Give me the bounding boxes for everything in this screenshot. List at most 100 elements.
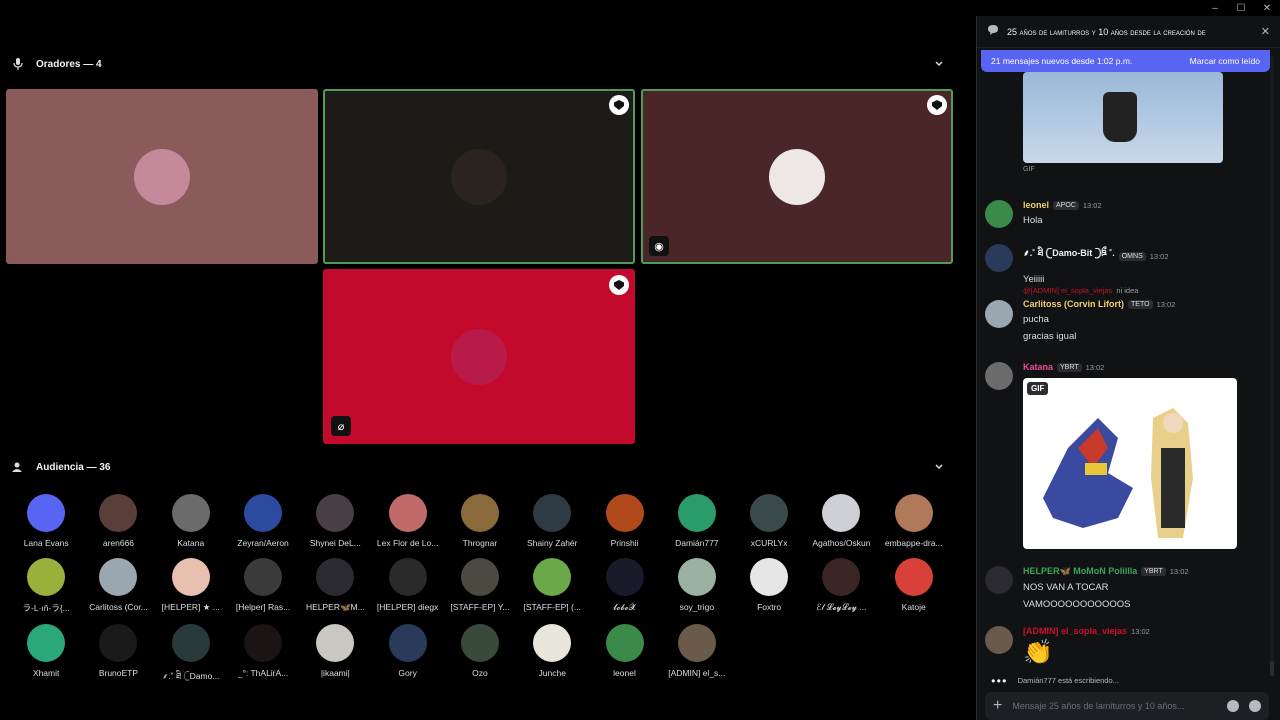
speaker-tile[interactable] [323, 89, 635, 264]
chevron-down-icon[interactable] [934, 59, 944, 69]
audience-member[interactable]: soy_trigo [661, 558, 733, 614]
audience-member[interactable]: |ikaami| [299, 624, 371, 691]
audience-member[interactable]: ラ-L·ıň-ラ{... [10, 558, 82, 614]
audience-member[interactable]: Lex Flor de Lo... [371, 494, 443, 548]
close-icon[interactable]: ✕ [1254, 0, 1280, 16]
gif-label: GIF [1027, 382, 1049, 395]
close-chat-icon[interactable]: ✕ [1261, 25, 1270, 38]
message-composer[interactable]: + Mensaje 25 años de lamiturros y 10 año… [985, 692, 1269, 720]
speaker-tile[interactable]: ◉ [641, 89, 953, 264]
audience-member[interactable]: Agathos/Oskun [805, 494, 877, 548]
message-username[interactable]: ⸙.˚ ཐི 𓊆Damo-Bit 𓊇ཋྀ ˚. [1023, 244, 1115, 269]
audience-member[interactable]: Xhamit [10, 624, 82, 691]
emoji-icon[interactable] [1227, 700, 1239, 712]
chat-header: 25 años de lamiturros y 10 años desde la… [977, 16, 1280, 48]
add-attachment-icon[interactable]: + [993, 697, 1002, 715]
speaker-tile[interactable] [6, 89, 318, 264]
chat-title: 25 años de lamiturros y 10 años desde la… [1007, 26, 1206, 37]
audience-member[interactable]: Ozo [444, 624, 516, 691]
speaker-avatar [451, 148, 507, 205]
apps-icon[interactable] [1249, 700, 1261, 712]
avatar[interactable] [985, 566, 1013, 594]
audience-member[interactable]: [HELPER] ★ ... [155, 558, 227, 614]
microphone-icon [12, 58, 24, 70]
audience-member[interactable]: xCURLYx [733, 494, 805, 548]
avatar[interactable] [985, 626, 1013, 654]
audience-member[interactable]: ⸙.˚ ཐི 𓊆Damo... [155, 624, 227, 691]
audience-member[interactable]: Prinshii [588, 494, 660, 548]
avatar[interactable] [985, 244, 1013, 272]
member-name: Prinshii [610, 538, 639, 548]
chat-scrollbar[interactable] [1270, 56, 1274, 676]
audience-member[interactable]: [HELPER] diegx [371, 558, 443, 614]
member-name: Lana Evans [23, 538, 69, 548]
maximize-icon[interactable]: ☐ [1228, 0, 1254, 16]
message-text: VAMOOOOOOOOOOOS [1023, 599, 1131, 610]
audience-member[interactable]: ℰ𝓁 𝓛𝓮𝔂𝓛𝓮𝔂 ... [805, 558, 877, 614]
audience-member[interactable]: [Helper] Ras... [227, 558, 299, 614]
audience-member[interactable]: [STAFF-EP] (... [516, 558, 588, 614]
minimize-icon[interactable]: – [1202, 0, 1228, 16]
audience-member[interactable]: leonel [588, 624, 660, 691]
member-name: Shainy Zahér [526, 538, 578, 548]
audience-member[interactable]: Katoje [878, 558, 950, 614]
audience-member[interactable]: Damián777 [661, 494, 733, 548]
member-name: xCURLYx [750, 538, 788, 548]
audience-member[interactable]: aren666 [82, 494, 154, 548]
window-controls: – ☐ ✕ [1202, 0, 1280, 16]
muted-microphone-icon: ⌀ [331, 416, 351, 436]
member-name: Damián777 [675, 538, 719, 548]
avatar[interactable] [985, 200, 1013, 228]
member-name: soy_trigo [679, 602, 715, 612]
reply-preview[interactable]: @[ADMIN] el_sopla_viejas ni idea [1023, 286, 1265, 295]
chat-message: Katana YBRT 13:02 [985, 362, 1265, 390]
audience-member[interactable]: Zeyran/Aeron [227, 494, 299, 548]
avatar [316, 624, 355, 662]
message-text: 👏 [1023, 639, 1053, 666]
audience-member[interactable]: BrunoETP [82, 624, 154, 691]
audience-member[interactable]: Gory [371, 624, 443, 691]
audience-member[interactable]: HELPER🦋M... [299, 558, 371, 614]
audience-member[interactable]: Shainy Zahér [516, 494, 588, 548]
speaker-tile[interactable]: ⌀ [323, 269, 635, 444]
avatar[interactable] [985, 362, 1013, 390]
chevron-down-icon[interactable] [934, 462, 944, 472]
audience-member[interactable]: [STAFF-EP] Y... [444, 558, 516, 614]
message-username[interactable]: [ADMIN] el_sopla_viejas [1023, 626, 1127, 636]
audience-member[interactable]: Thrognar [444, 494, 516, 548]
audience-header[interactable]: Audiencia — 36 [12, 461, 110, 473]
message-text: gracias igual [1023, 331, 1077, 342]
avatar [388, 624, 427, 662]
audience-member[interactable]: Carlitoss (Cor... [82, 558, 154, 614]
speakers-header[interactable]: Oradores — 4 [12, 58, 102, 70]
message-text: pucha [1023, 314, 1049, 325]
role-tag: OMNS [1118, 252, 1146, 261]
audience-member[interactable]: _°: ThALirA... [227, 624, 299, 691]
member-name: Shynei DeL... [309, 538, 361, 548]
voice-stage-window: – ☐ ✕ Oradores — 4 ◉ ⌀ Audiencia — 36 La… [0, 0, 1280, 720]
people-icon [12, 461, 24, 473]
audience-member[interactable]: embappe-dra... [878, 494, 950, 548]
audience-member[interactable]: Shynei DeL... [299, 494, 371, 548]
audience-member[interactable]: Foxtro [733, 558, 805, 614]
message-username[interactable]: Carlitoss (Corvin Lifort) [1023, 299, 1124, 309]
audience-member[interactable]: Lana Evans [10, 494, 82, 548]
avatar [244, 558, 283, 596]
avatar [533, 558, 572, 596]
gif-image[interactable] [1023, 72, 1223, 163]
message-username[interactable]: leonel [1023, 200, 1049, 210]
avatar[interactable] [985, 300, 1013, 328]
avatar [244, 494, 283, 532]
message-username[interactable]: Katana [1023, 362, 1053, 372]
audience-member[interactable]: 𝓵𝓸𝓫𝓸𝓧 [588, 558, 660, 614]
audience-member[interactable]: Junche [516, 624, 588, 691]
message-username[interactable]: HELPER🦋 MoMoN Polillla [1023, 566, 1137, 577]
avatar [894, 494, 933, 532]
avatar [533, 624, 572, 662]
avatar [605, 624, 644, 662]
member-name: embappe-dra... [884, 538, 943, 548]
audience-member[interactable]: [ADMIN] el_s... [661, 624, 733, 691]
gif-image[interactable]: GIF [1023, 378, 1237, 549]
audience-member[interactable]: Katana [155, 494, 227, 548]
typing-dots-icon: ●●● [991, 676, 1008, 685]
